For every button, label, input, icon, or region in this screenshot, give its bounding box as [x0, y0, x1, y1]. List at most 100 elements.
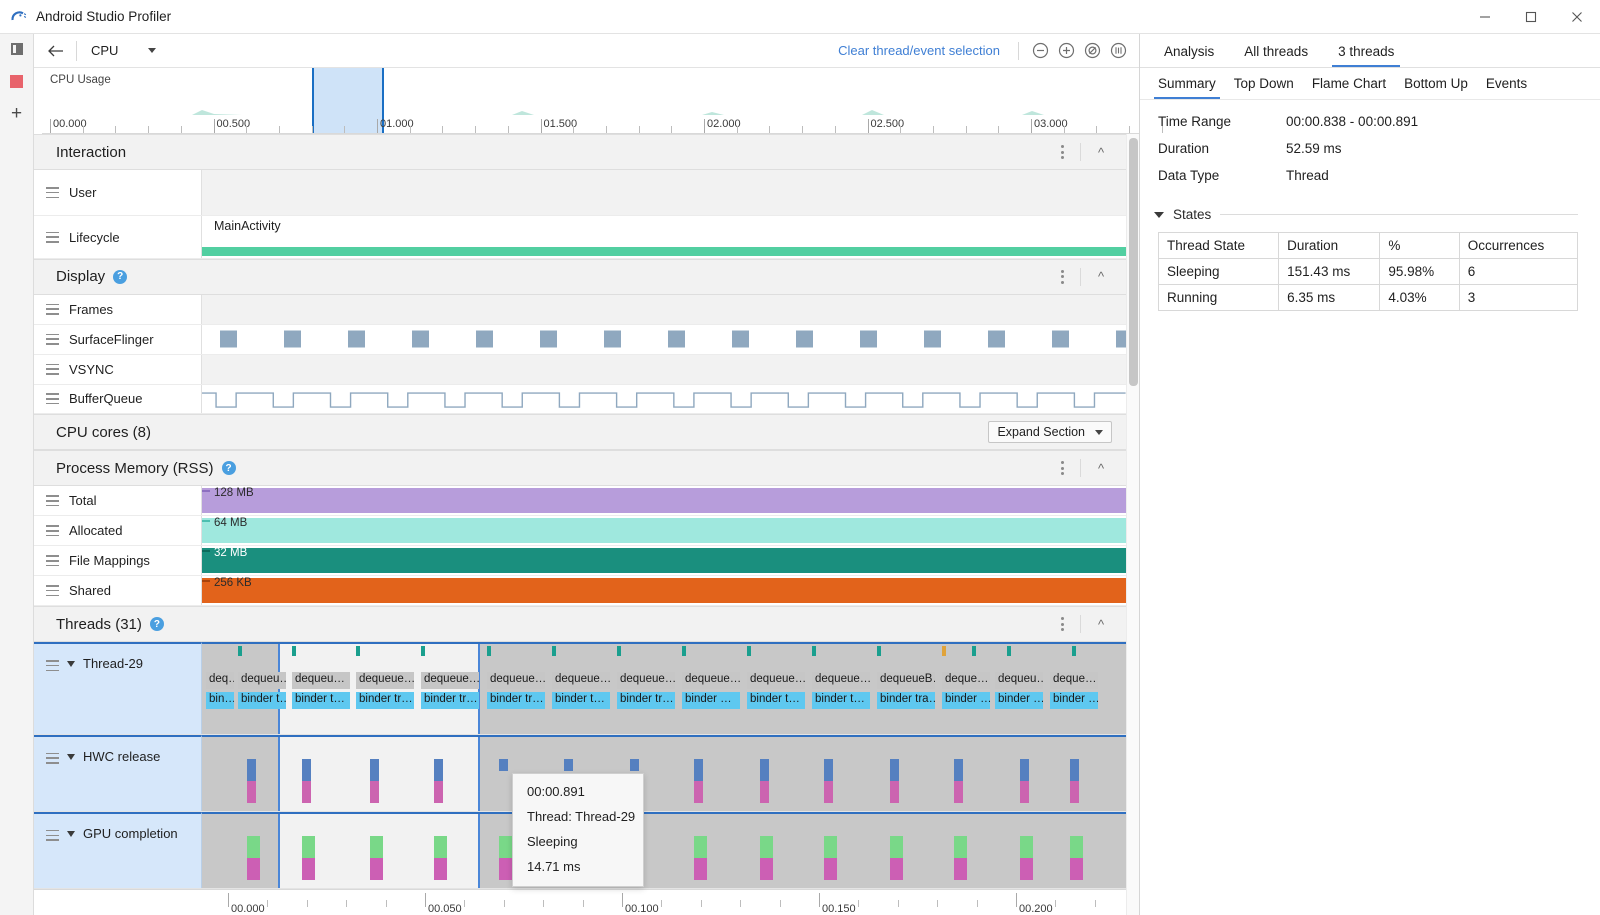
section-header-threads[interactable]: Threads (31) ? ^ — [34, 606, 1126, 643]
maximize-button[interactable] — [1508, 0, 1554, 34]
analysis-tab-all-threads[interactable]: All threads — [1232, 38, 1320, 67]
expand-caret-icon[interactable] — [67, 661, 75, 668]
track-row-surfaceflinger[interactable]: SurfaceFlinger — [34, 324, 1126, 355]
trace-event-block[interactable]: deq… — [206, 672, 234, 690]
drag-handle-icon[interactable] — [46, 495, 59, 507]
back-arrow-icon[interactable] — [40, 38, 70, 64]
trace-event-block[interactable]: binder t… — [747, 692, 805, 710]
thread-event-block[interactable] — [499, 835, 512, 858]
trace-event-block[interactable]: deque… — [1050, 672, 1098, 690]
surfaceflinger-frame-block[interactable] — [476, 330, 493, 348]
thread-event-block[interactable] — [760, 857, 773, 880]
thread-event-block[interactable] — [247, 758, 256, 781]
thread-event-block[interactable] — [247, 857, 260, 880]
panel-toggle-icon[interactable] — [8, 40, 26, 58]
track-row-frames[interactable]: Frames — [34, 294, 1126, 325]
track-body-shared[interactable]: 256 KB — [202, 576, 1126, 605]
thread-state-marker[interactable] — [487, 646, 491, 657]
thread-event-block[interactable] — [1070, 780, 1079, 803]
drag-handle-icon[interactable] — [46, 393, 59, 405]
states-column-header[interactable]: % — [1379, 232, 1460, 259]
trace-event-block[interactable]: binder t… — [552, 692, 610, 710]
trace-event-block[interactable]: dequeueB… — [877, 672, 935, 690]
trace-event-block[interactable]: dequeue… — [487, 672, 545, 690]
thread-event-block[interactable] — [890, 835, 903, 858]
more-options-icon[interactable] — [1051, 266, 1073, 288]
thread-state-marker[interactable] — [942, 646, 946, 657]
thread-event-block[interactable] — [1020, 758, 1029, 781]
drag-handle-icon[interactable] — [46, 660, 59, 672]
thread-event-block[interactable] — [694, 780, 703, 803]
analysis-tab-analysis[interactable]: Analysis — [1152, 38, 1226, 67]
drag-handle-icon[interactable] — [46, 303, 59, 315]
thread-event-block[interactable] — [564, 758, 573, 771]
more-options-icon[interactable] — [1051, 613, 1073, 635]
zoom-in-icon[interactable] — [1053, 38, 1079, 64]
clear-selection-button[interactable]: Clear thread/event selection — [838, 43, 1010, 58]
thread-state-marker[interactable] — [617, 646, 621, 657]
stop-recording-icon[interactable] — [8, 72, 26, 90]
thread-state-marker[interactable] — [356, 646, 360, 657]
thread-event-block[interactable] — [434, 780, 443, 803]
drag-handle-icon[interactable] — [46, 187, 59, 199]
trace-event-block[interactable]: deque… — [942, 672, 990, 690]
thread-state-marker[interactable] — [552, 646, 556, 657]
thread-event-block[interactable] — [247, 780, 256, 803]
thread-event-block[interactable] — [760, 835, 773, 858]
drag-handle-icon[interactable] — [46, 752, 59, 764]
thread-event-block[interactable] — [302, 758, 311, 781]
surfaceflinger-frame-block[interactable] — [732, 330, 749, 348]
help-icon[interactable]: ? — [149, 617, 164, 632]
states-table-row[interactable]: Running 6.35 ms 4.03% 3 — [1157, 284, 1579, 311]
trace-event-block[interactable]: dequeue… — [552, 672, 610, 690]
close-button[interactable] — [1554, 0, 1600, 34]
expand-section-button[interactable]: Expand Section — [988, 421, 1112, 444]
trace-event-block[interactable]: dequeue… — [747, 672, 805, 690]
analysis-subtab-events[interactable]: Events — [1478, 71, 1535, 99]
surfaceflinger-frame-block[interactable] — [924, 330, 941, 348]
thread-state-marker[interactable] — [877, 646, 881, 657]
expand-caret-icon[interactable] — [67, 753, 75, 760]
surfaceflinger-frame-block[interactable] — [220, 330, 237, 348]
thread-state-marker[interactable] — [238, 646, 242, 657]
track-body-total[interactable]: 128 MB — [202, 486, 1126, 515]
section-header-interaction[interactable]: Interaction ^ — [34, 134, 1126, 170]
thread-event-block[interactable] — [302, 780, 311, 803]
thread-event-block[interactable] — [954, 780, 963, 803]
selection-handle-right[interactable] — [478, 736, 480, 811]
trace-event-block[interactable]: binder … — [942, 692, 990, 710]
lifecycle-bar[interactable] — [202, 246, 1126, 256]
minimize-button[interactable] — [1462, 0, 1508, 34]
thread-event-block[interactable] — [760, 780, 769, 803]
thread-state-marker[interactable] — [812, 646, 816, 657]
states-column-header[interactable]: Duration — [1278, 232, 1381, 259]
thread-body-thread-29[interactable]: deq…bin…dequeu…binder t…dequeu…binder t…… — [202, 642, 1126, 734]
track-body-user[interactable] — [202, 170, 1126, 216]
track-body-surfaceflinger[interactable] — [202, 324, 1126, 354]
help-icon[interactable]: ? — [221, 461, 236, 476]
surfaceflinger-frame-block[interactable] — [284, 330, 301, 348]
drag-handle-icon[interactable] — [46, 585, 59, 597]
drag-handle-icon[interactable] — [46, 333, 59, 345]
trace-event-block[interactable]: binder tr… — [421, 692, 479, 710]
thread-event-block[interactable] — [824, 758, 833, 781]
states-table-row[interactable]: Sleeping 151.43 ms 95.98% 6 — [1157, 258, 1579, 285]
thread-state-marker[interactable] — [747, 646, 751, 657]
trace-event-block[interactable]: binder t… — [292, 692, 350, 710]
thread-event-block[interactable] — [370, 835, 383, 858]
thread-event-block[interactable] — [434, 758, 443, 781]
analysis-subtab-summary[interactable]: Summary — [1150, 71, 1224, 99]
thread-event-block[interactable] — [370, 780, 379, 803]
thread-event-block[interactable] — [370, 857, 383, 880]
thread-state-marker[interactable] — [292, 646, 296, 657]
trace-event-block[interactable]: dequeue… — [682, 672, 740, 690]
surfaceflinger-frame-block[interactable] — [860, 330, 877, 348]
track-body-frames[interactable] — [202, 294, 1126, 324]
track-row-allocated[interactable]: Allocated 64 MB — [34, 516, 1126, 547]
analysis-subtab-flame-chart[interactable]: Flame Chart — [1304, 71, 1394, 99]
trace-event-block[interactable]: dequeue… — [356, 672, 414, 690]
collapse-chevron-icon[interactable]: ^ — [1088, 266, 1114, 288]
track-row-vsync[interactable]: VSYNC — [34, 354, 1126, 385]
analysis-subtab-bottom-up[interactable]: Bottom Up — [1396, 71, 1476, 99]
track-row-file-mappings[interactable]: File Mappings 32 MB — [34, 546, 1126, 577]
